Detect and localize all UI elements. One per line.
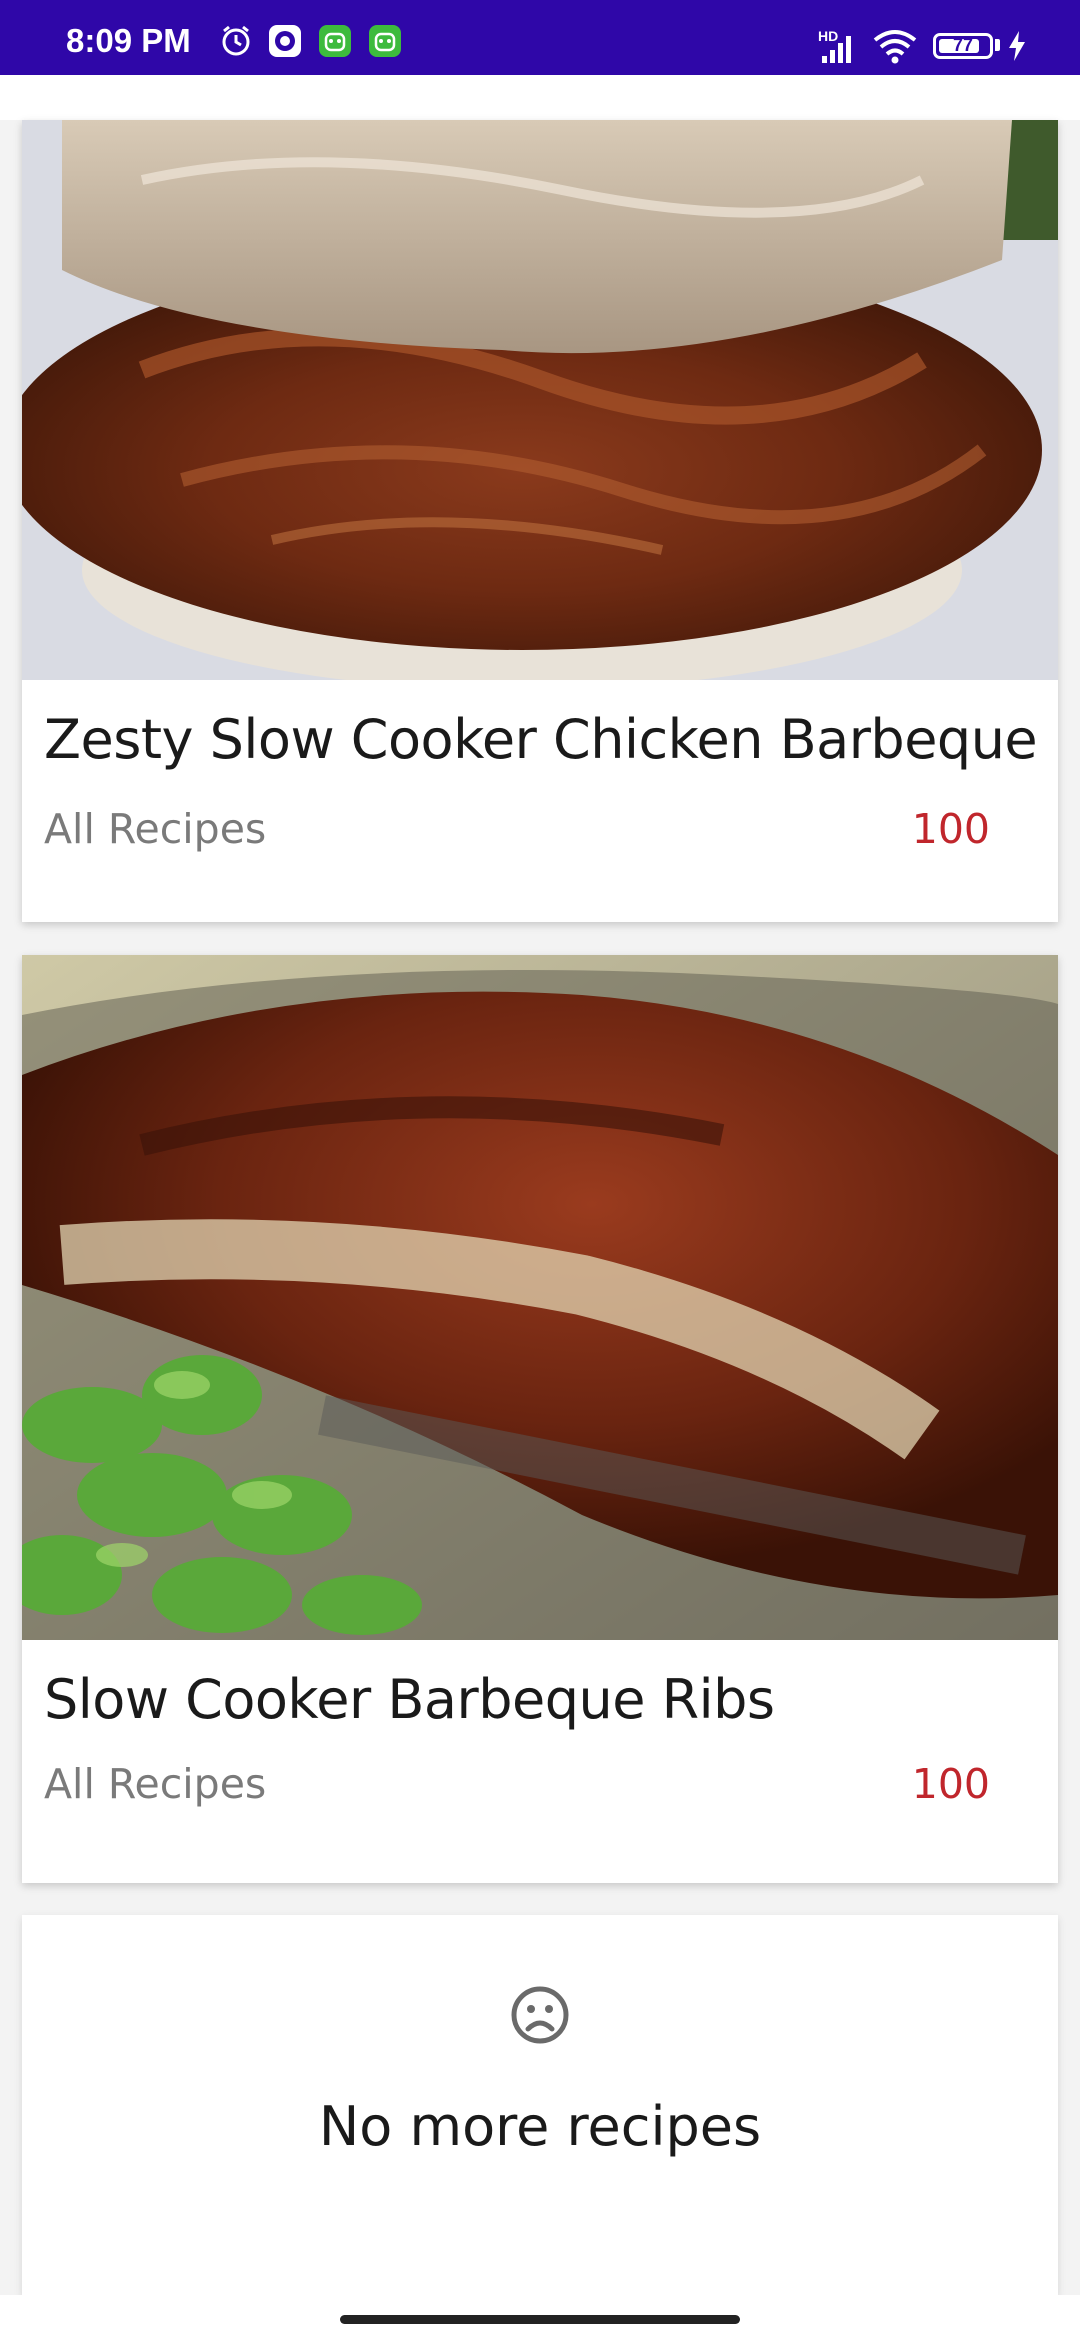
battery-level: 77 [952, 35, 974, 55]
home-indicator[interactable] [340, 2315, 740, 2324]
charging-icon [1009, 31, 1025, 61]
alarm-icon [222, 25, 250, 56]
recipe-source: All Recipes [44, 805, 267, 853]
recipe-image [22, 120, 1058, 680]
status-bar: 8:09 PM HD 77 [0, 0, 1080, 75]
recipe-card[interactable]: Zesty Slow Cooker Chicken Barbeque All R… [22, 120, 1058, 922]
sad-face-icon [511, 1986, 569, 2044]
app-icon [269, 25, 301, 57]
recipe-title: Zesty Slow Cooker Chicken Barbeque [44, 708, 1038, 771]
empty-state-card: No more recipes [22, 1915, 1058, 2295]
signal-icon [822, 36, 851, 63]
empty-state-message: No more recipes [318, 2095, 762, 2158]
wifi-icon [873, 30, 917, 64]
recipe-score: 100 [911, 805, 990, 853]
battery-icon: 77 [933, 33, 993, 59]
recipe-image [22, 955, 1058, 1640]
android-icon [369, 25, 401, 57]
list-top-spacer [0, 75, 1080, 120]
recipe-source: All Recipes [44, 1760, 267, 1808]
recipe-score: 100 [911, 1760, 990, 1808]
android-icon [319, 25, 351, 57]
status-time: 8:09 PM [66, 22, 191, 59]
recipe-title: Slow Cooker Barbeque Ribs [44, 1668, 775, 1731]
recipe-card[interactable]: Slow Cooker Barbeque Ribs All Recipes 10… [22, 955, 1058, 1883]
